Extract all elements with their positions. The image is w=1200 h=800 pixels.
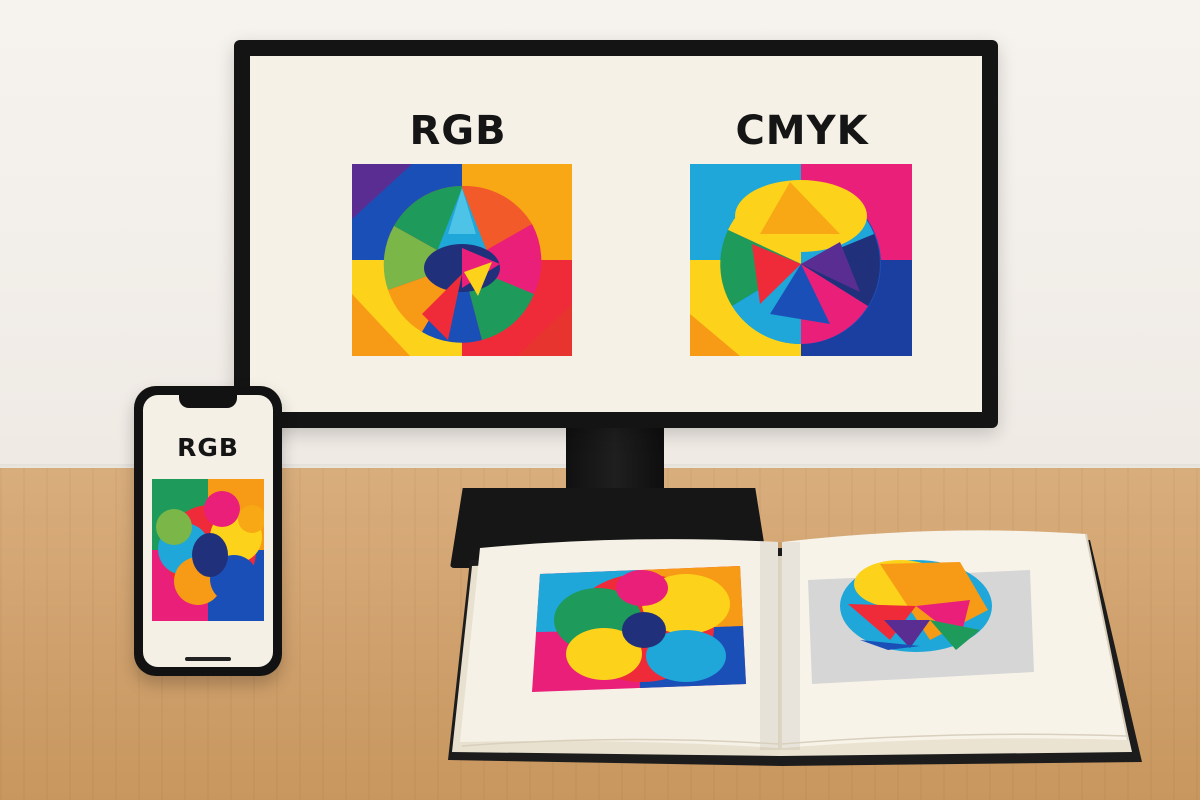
rgb-color-wheel-artwork [352,164,572,356]
phone-rgb-label: RGB [177,433,239,462]
monitor-screen: RGB CMYK [250,56,982,412]
phone-rgb-artwork [152,479,264,621]
phone-notch [179,395,237,408]
phone-home-indicator [185,657,231,661]
photo-scene: RGB CMYK RGB [0,0,1200,800]
monitor: RGB CMYK [234,40,998,428]
monitor-rgb-label: RGB [409,108,507,154]
monitor-cmyk-label: CMYK [735,108,869,154]
smartphone: RGB [134,386,282,676]
cmyk-color-wheel-artwork [690,164,912,356]
monitor-stand-base [450,488,768,568]
phone-screen: RGB [143,395,273,667]
